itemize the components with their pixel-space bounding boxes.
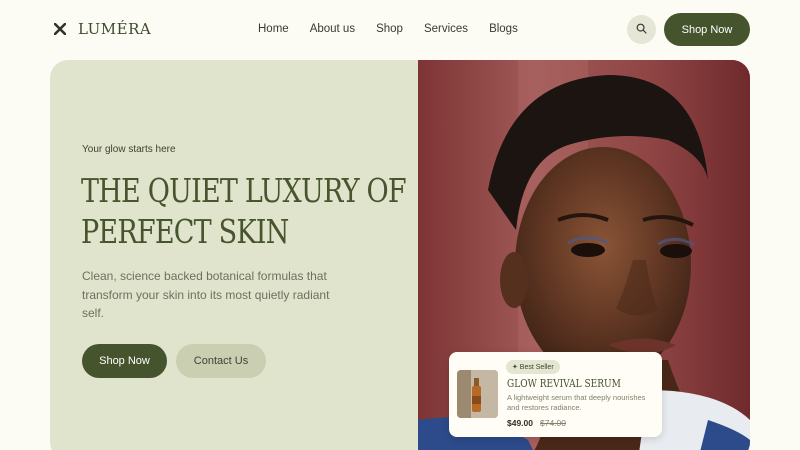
shop-now-button[interactable]: Shop Now <box>82 344 167 378</box>
nav-shop[interactable]: Shop <box>376 23 403 35</box>
main-nav: Home About us Shop Services Blogs <box>258 23 539 35</box>
logo[interactable]: LUMÉRA <box>54 20 151 38</box>
nav-home[interactable]: Home <box>258 23 289 35</box>
hero-description: Clean, science backed botanical formulas… <box>82 269 330 320</box>
best-seller-badge: ✦ Best Seller <box>506 360 560 374</box>
search-button[interactable] <box>627 15 656 44</box>
header-shop-now-button[interactable]: Shop Now <box>664 13 750 46</box>
nav-about[interactable]: About us <box>310 23 355 35</box>
hero-headline: THE QUIET LUXURY OF PERFECT SKIN <box>81 170 407 252</box>
headline-line-2: PERFECT SKIN <box>81 212 289 251</box>
serum-bottle-image <box>457 370 498 418</box>
product-title: GLOW REVIVAL SERUM <box>507 377 621 390</box>
product-card[interactable]: ✦ Best Seller GLOW REVIVAL SERUM A light… <box>449 352 662 437</box>
product-old-price: $74.00 <box>540 418 566 428</box>
brand-name: LUMÉRA <box>78 20 152 38</box>
contact-us-button[interactable]: Contact Us <box>176 344 266 378</box>
x-mark-icon <box>54 23 66 35</box>
hero-tagline: Your glow starts here <box>82 144 176 155</box>
hero-content: Your glow starts here THE QUIET LUXURY O… <box>50 60 418 450</box>
product-price: $49.00 <box>507 418 533 428</box>
nav-services[interactable]: Services <box>424 23 468 35</box>
search-icon <box>636 21 647 39</box>
headline-line-1: THE QUIET LUXURY OF <box>81 171 407 210</box>
nav-blogs[interactable]: Blogs <box>489 23 518 35</box>
site-header: LUMÉRA Home About us Shop Services Blogs… <box>0 0 800 60</box>
product-description: A lightweight serum that deeply nourishe… <box>507 393 646 412</box>
